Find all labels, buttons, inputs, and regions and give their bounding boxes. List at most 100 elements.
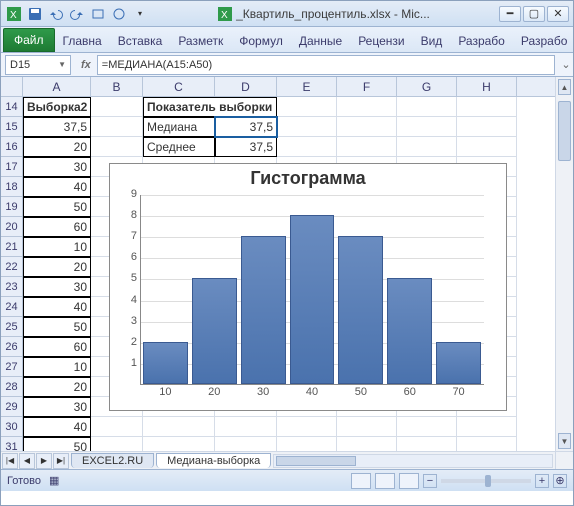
formula-input[interactable]: =МЕДИАНА(A15:A50): [97, 55, 555, 75]
ribbon-tab[interactable]: Формул: [231, 30, 291, 52]
name-box-dropdown-icon[interactable]: ▼: [58, 60, 66, 69]
cell[interactable]: 60: [23, 337, 91, 357]
cell[interactable]: 37,5: [215, 117, 277, 137]
qat-dropdown-icon[interactable]: ▾: [131, 5, 149, 23]
cell[interactable]: [337, 117, 397, 137]
chart[interactable]: Гистограмма12345678910203040506070: [109, 163, 507, 411]
row-header[interactable]: 23: [1, 277, 22, 297]
row-header[interactable]: 19: [1, 197, 22, 217]
sheet-nav-button[interactable]: ▶|: [53, 453, 69, 469]
row-header[interactable]: 24: [1, 297, 22, 317]
redo-icon[interactable]: [68, 5, 86, 23]
column-header[interactable]: G: [397, 77, 457, 96]
row-header[interactable]: 25: [1, 317, 22, 337]
sheet-nav-button[interactable]: ▶: [36, 453, 52, 469]
ribbon-tab[interactable]: Главна: [55, 30, 110, 52]
zoom-out-button[interactable]: −: [423, 474, 437, 488]
cell[interactable]: [397, 137, 457, 157]
cell[interactable]: 30: [23, 277, 91, 297]
row-header[interactable]: 26: [1, 337, 22, 357]
row-header[interactable]: 14: [1, 97, 22, 117]
cell[interactable]: [397, 97, 457, 117]
chart-bar[interactable]: [241, 236, 286, 384]
column-header[interactable]: H: [457, 77, 517, 96]
cell[interactable]: [457, 417, 517, 437]
horizontal-scrollbar[interactable]: [273, 454, 553, 468]
cell[interactable]: [397, 117, 457, 137]
cell[interactable]: 40: [23, 417, 91, 437]
zoom-slider[interactable]: [441, 479, 531, 483]
name-box[interactable]: D15 ▼: [5, 55, 71, 75]
row-header[interactable]: 16: [1, 137, 22, 157]
cell[interactable]: [277, 417, 337, 437]
cell[interactable]: [91, 97, 143, 117]
cell[interactable]: [337, 97, 397, 117]
sheet-tab[interactable]: EXCEL2.RU: [71, 453, 154, 468]
row-header[interactable]: 20: [1, 217, 22, 237]
cell[interactable]: Выборка2: [23, 97, 91, 117]
cell[interactable]: [143, 417, 215, 437]
sheet-nav-button[interactable]: ◀: [19, 453, 35, 469]
close-button[interactable]: ✕: [547, 6, 569, 22]
chart-bar[interactable]: [387, 278, 432, 384]
cell[interactable]: 10: [23, 357, 91, 377]
select-all-corner[interactable]: [1, 77, 23, 97]
chart-bar[interactable]: [143, 342, 188, 384]
cell[interactable]: [337, 137, 397, 157]
formula-expand-icon[interactable]: ⌄: [559, 58, 573, 71]
chart-bar[interactable]: [338, 236, 383, 384]
cell[interactable]: [215, 417, 277, 437]
scroll-up-icon[interactable]: ▲: [558, 79, 571, 95]
chart-bar[interactable]: [192, 278, 237, 384]
vertical-scrollbar[interactable]: ▲ ▼: [555, 77, 573, 451]
sheet-nav-button[interactable]: |◀: [2, 453, 18, 469]
scroll-down-icon[interactable]: ▼: [558, 433, 571, 449]
chart-bar[interactable]: [290, 215, 335, 384]
zoom-full-button[interactable]: ⊕: [553, 474, 567, 488]
cell[interactable]: 50: [23, 197, 91, 217]
file-tab[interactable]: Файл: [3, 28, 55, 52]
ribbon-tab[interactable]: Разметк: [170, 30, 231, 52]
save-icon[interactable]: [26, 5, 44, 23]
qat-icon-2[interactable]: [110, 5, 128, 23]
cell[interactable]: [457, 117, 517, 137]
row-header[interactable]: 28: [1, 377, 22, 397]
cell[interactable]: [277, 137, 337, 157]
sheet-tab[interactable]: Медиана-выборка: [156, 453, 271, 468]
column-header[interactable]: C: [143, 77, 215, 96]
column-header[interactable]: F: [337, 77, 397, 96]
ribbon-tab[interactable]: Данные: [291, 30, 350, 52]
cell-merged[interactable]: Показатель выборки: [143, 97, 277, 117]
page-break-view-button[interactable]: [399, 473, 419, 489]
cell[interactable]: 40: [23, 297, 91, 317]
cell[interactable]: Среднее: [143, 137, 215, 157]
zoom-in-button[interactable]: +: [535, 474, 549, 488]
cell[interactable]: [457, 97, 517, 117]
qat-icon[interactable]: [89, 5, 107, 23]
row-header[interactable]: 30: [1, 417, 22, 437]
cell[interactable]: [337, 417, 397, 437]
cell[interactable]: [91, 137, 143, 157]
cell[interactable]: [91, 417, 143, 437]
row-header[interactable]: 29: [1, 397, 22, 417]
row-header[interactable]: 17: [1, 157, 22, 177]
cell[interactable]: 30: [23, 157, 91, 177]
row-header[interactable]: 15: [1, 117, 22, 137]
cell[interactable]: 20: [23, 137, 91, 157]
cell[interactable]: 60: [23, 217, 91, 237]
cell[interactable]: 20: [23, 377, 91, 397]
cell-grid[interactable]: Выборка237,52030405060102030405060102030…: [23, 97, 555, 451]
excel-icon[interactable]: X: [5, 5, 23, 23]
cell[interactable]: 37,5: [23, 117, 91, 137]
ribbon-tab[interactable]: Разрабо: [513, 30, 574, 52]
cell[interactable]: [277, 97, 337, 117]
column-header[interactable]: B: [91, 77, 143, 96]
hscroll-thumb[interactable]: [276, 456, 356, 466]
row-header[interactable]: 18: [1, 177, 22, 197]
cell[interactable]: [91, 117, 143, 137]
cell[interactable]: 40: [23, 177, 91, 197]
column-header[interactable]: D: [215, 77, 277, 96]
cell[interactable]: 10: [23, 237, 91, 257]
column-header[interactable]: A: [23, 77, 91, 96]
column-header[interactable]: E: [277, 77, 337, 96]
